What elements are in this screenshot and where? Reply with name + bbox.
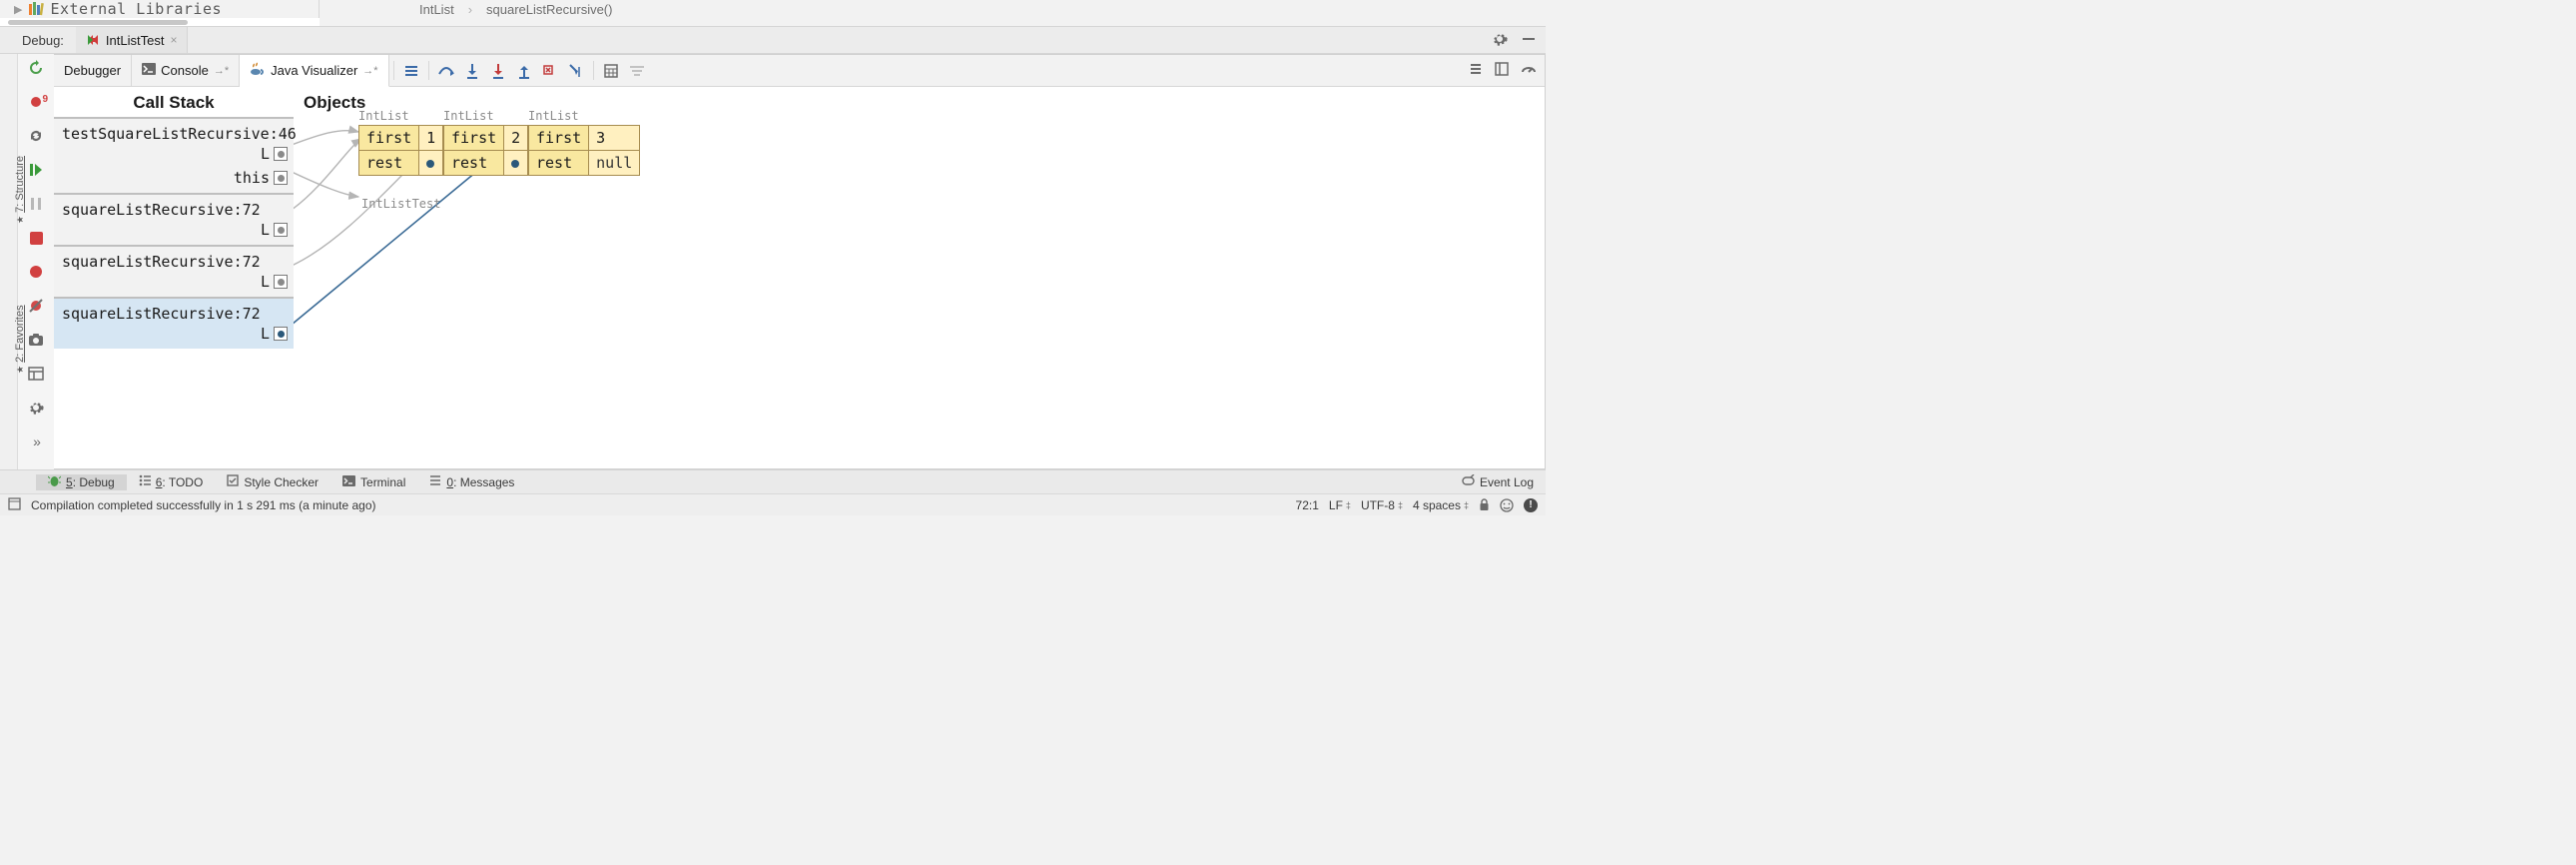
- status-bar: Compilation completed successfully in 1 …: [0, 493, 1546, 515]
- tab-java-visualizer[interactable]: Java Visualizer →*: [240, 55, 388, 87]
- console-icon: [142, 63, 156, 78]
- frame-name: squareListRecursive:72: [54, 247, 294, 273]
- status-indent[interactable]: 4 spaces‡: [1413, 498, 1469, 512]
- frame-name: testSquareListRecursive:46: [54, 119, 294, 145]
- more-button[interactable]: »: [26, 432, 46, 451]
- frame-name: squareListRecursive:72: [54, 195, 294, 221]
- toolwin-terminal[interactable]: Terminal: [330, 475, 417, 489]
- debug-gutter: »: [18, 54, 54, 469]
- pin-icon: →*: [362, 65, 377, 77]
- frame-variable: L: [261, 325, 288, 343]
- frame-variable: L: [261, 145, 288, 163]
- call-stack-frame[interactable]: squareListRecursive:72L: [54, 297, 294, 349]
- call-stack-column: Call Stack testSquareListRecursive:46Lth…: [54, 87, 294, 468]
- breadcrumb: IntList › squareListRecursive(): [320, 0, 1546, 18]
- lock-icon[interactable]: [1479, 498, 1490, 511]
- object-type-label: IntList: [443, 109, 528, 123]
- chevron-right-icon: ›: [468, 2, 472, 17]
- project-tree-row[interactable]: ▶ External Libraries: [0, 0, 320, 18]
- minimize-icon[interactable]: [1522, 32, 1536, 49]
- close-icon[interactable]: ×: [170, 33, 177, 47]
- get-thread-dump-button[interactable]: [26, 330, 46, 350]
- status-caret-position[interactable]: 72:1: [1296, 498, 1319, 512]
- terminal-icon: [342, 475, 355, 489]
- debugger-toolbar: Debugger Console →* Java Visualizer →*: [54, 55, 1545, 87]
- debug-session-tab[interactable]: IntListTest ×: [76, 27, 189, 53]
- tab-console[interactable]: Console →*: [132, 55, 240, 86]
- list-icon: [139, 474, 151, 489]
- coffee-icon: [250, 62, 266, 79]
- object-type-label: IntList: [528, 109, 640, 123]
- toolwin-todo[interactable]: 6: TODO: [127, 474, 216, 489]
- event-log-icon: [1462, 474, 1475, 489]
- step-over-button[interactable]: [433, 55, 459, 86]
- memory-view-button[interactable]: [1521, 62, 1537, 79]
- frame-variable: L: [261, 273, 288, 291]
- bug-icon: [48, 474, 61, 490]
- project-tree-scrollbar[interactable]: [0, 18, 320, 26]
- call-stack-title: Call Stack: [54, 87, 294, 117]
- toolwin-quick-access-icon[interactable]: [8, 497, 21, 513]
- toggle-breakpoint-button[interactable]: [26, 92, 46, 112]
- object-type-label: IntList: [358, 109, 443, 123]
- drop-frame-button[interactable]: [537, 55, 563, 86]
- sidebar-structure-label[interactable]: ★ 7: Structure: [14, 156, 26, 224]
- frame-variable: this: [234, 169, 288, 187]
- force-step-into-button[interactable]: [485, 55, 511, 86]
- gear-icon[interactable]: [1492, 31, 1508, 50]
- toolwin-debug[interactable]: 5: Debug: [36, 474, 127, 490]
- step-out-button[interactable]: [511, 55, 537, 86]
- inspector-icon[interactable]: [1500, 498, 1514, 512]
- tab-debugger[interactable]: Debugger: [54, 55, 132, 86]
- toolwin-style-checker[interactable]: Style Checker: [215, 474, 330, 489]
- run-to-cursor-button[interactable]: [563, 55, 589, 86]
- checkstyle-icon: [227, 474, 239, 489]
- sidebar-favorites-label[interactable]: ★ 2: Favorites: [14, 305, 26, 374]
- notifications-icon[interactable]: !: [1524, 498, 1538, 512]
- breadcrumb-method[interactable]: squareListRecursive(): [486, 2, 612, 17]
- show-execution-point-button[interactable]: [398, 55, 424, 86]
- debug-session-tab-name: IntListTest: [106, 33, 165, 48]
- resume-button[interactable]: [26, 160, 46, 180]
- left-tool-strip[interactable]: ★ 7: Structure ★ 2: Favorites: [0, 54, 18, 469]
- mute-breakpoints-button[interactable]: [26, 296, 46, 316]
- trace-current-stream-button: [624, 55, 650, 86]
- external-libraries-label: External Libraries: [50, 0, 222, 18]
- step-into-button[interactable]: [459, 55, 485, 86]
- toolwin-event-log[interactable]: Event Log: [1450, 474, 1546, 489]
- threads-view-button[interactable]: [1469, 62, 1483, 79]
- tool-window-bar: 5: Debug 6: TODO Style Checker Terminal …: [0, 469, 1546, 493]
- stop-button[interactable]: [26, 228, 46, 248]
- chevron-right-icon: ▶: [14, 3, 22, 16]
- debug-label: Debug:: [0, 27, 76, 53]
- update-button[interactable]: [26, 126, 46, 146]
- restore-layout-button[interactable]: [1495, 62, 1509, 79]
- view-breakpoints-button[interactable]: [26, 262, 46, 282]
- breadcrumb-class[interactable]: IntList: [419, 2, 454, 17]
- heap-object: IntListfirst2rest: [443, 109, 528, 176]
- evaluate-expression-button[interactable]: [598, 55, 624, 86]
- toolwin-messages[interactable]: 0: Messages: [417, 474, 526, 489]
- external-libraries-icon: [28, 2, 44, 16]
- run-config-icon: [86, 33, 100, 47]
- objects-column: Objects: [294, 87, 1545, 468]
- messages-icon: [429, 474, 441, 489]
- heap-object: IntListfirst1rest: [358, 109, 443, 176]
- status-message: Compilation completed successfully in 1 …: [31, 498, 376, 512]
- status-line-ending[interactable]: LF‡: [1329, 498, 1351, 512]
- pause-button: [26, 194, 46, 214]
- layout-settings-button[interactable]: [26, 364, 46, 384]
- status-encoding[interactable]: UTF-8‡: [1361, 498, 1403, 512]
- call-stack-frame[interactable]: squareListRecursive:72L: [54, 245, 294, 297]
- call-stack-frame[interactable]: squareListRecursive:72L: [54, 193, 294, 245]
- frame-name: squareListRecursive:72: [54, 299, 294, 325]
- test-object-label: IntListTest: [361, 197, 440, 211]
- rerun-button[interactable]: [26, 58, 46, 78]
- settings-button[interactable]: [26, 398, 46, 418]
- pin-icon: →*: [214, 65, 229, 77]
- frame-variable: L: [261, 221, 288, 239]
- heap-object: IntListfirst3restnull: [528, 109, 640, 176]
- call-stack-frame[interactable]: testSquareListRecursive:46Lthis: [54, 117, 294, 193]
